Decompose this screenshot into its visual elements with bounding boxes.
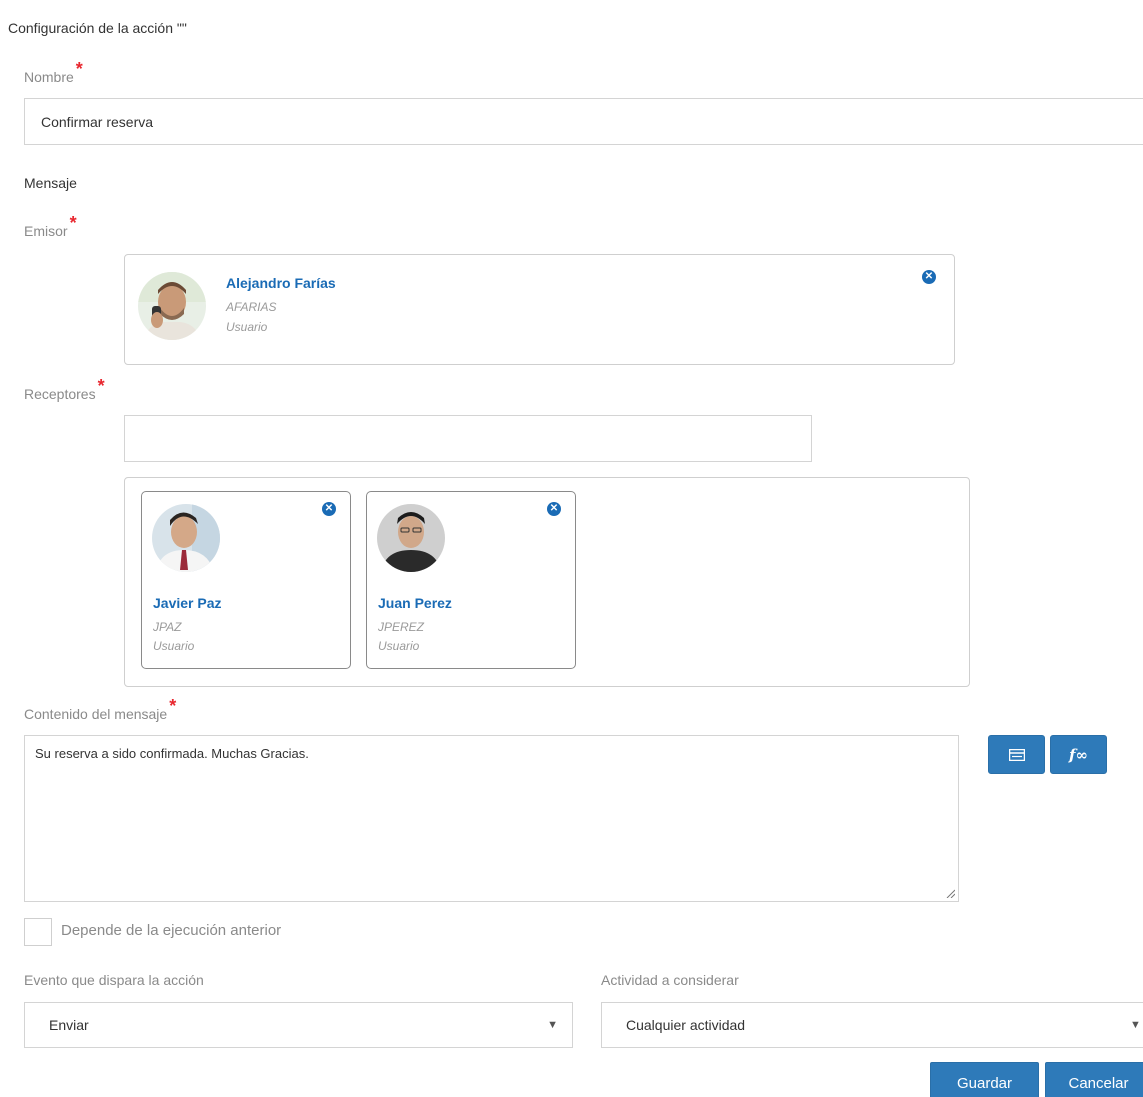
recipient-username: JPAZ (153, 620, 182, 634)
close-circle-icon[interactable]: ✕ (547, 502, 561, 516)
close-circle-icon[interactable]: ✕ (322, 502, 336, 516)
depends-checkbox-label: Depende de la ejecución anterior (61, 922, 282, 939)
resize-grip-icon[interactable] (945, 888, 955, 898)
trigger-event-select[interactable]: Enviar ▼ (24, 1002, 573, 1048)
sender-label-text: Emisor (24, 223, 68, 239)
dropdown-arrow-icon: ▼ (547, 1019, 558, 1031)
recipient-avatar (152, 504, 220, 572)
trigger-event-label: Evento que dispara la acción (24, 972, 204, 988)
close-circle-icon[interactable]: ✕ (922, 270, 936, 284)
message-section-label: Mensaje (24, 175, 77, 191)
name-input-value: Confirmar reserva (41, 113, 154, 130)
recipient-username: JPEREZ (378, 620, 425, 634)
recipient-type: Usuario (153, 639, 195, 653)
insert-field-button[interactable] (988, 735, 1045, 774)
recipient-name[interactable]: Javier Paz (153, 595, 222, 611)
content-label-text: Contenido del mensaje (24, 706, 168, 722)
insert-function-button[interactable]: f∞ (1050, 735, 1107, 774)
activity-select[interactable]: Cualquier actividad ▼ (601, 1002, 1143, 1048)
activity-value: Cualquier actividad (626, 1017, 746, 1033)
cancel-button[interactable]: Cancelar (1045, 1062, 1143, 1097)
trigger-event-value: Enviar (49, 1017, 89, 1033)
recipient-name[interactable]: Juan Perez (378, 595, 452, 611)
dialog-title: Configuración de la acción "" (8, 20, 187, 36)
recipient-card: Javier Paz JPAZ Usuario ✕ (141, 491, 351, 669)
sender-username: AFARIAS (226, 300, 277, 314)
recipients-label: Receptores * (24, 376, 105, 404)
form-field-icon (1008, 748, 1025, 761)
message-content-textarea[interactable]: Su reserva a sido confirmada. Muchas Gra… (24, 735, 959, 902)
required-mark: * (69, 213, 77, 233)
recipient-avatar (377, 504, 445, 572)
sender-label: Emisor * (24, 213, 77, 241)
required-mark: * (169, 696, 177, 716)
name-label-text: Nombre (24, 69, 74, 85)
recipients-search-input[interactable] (124, 415, 812, 462)
recipient-card: Juan Perez JPEREZ Usuario ✕ (366, 491, 576, 669)
name-label: Nombre * (24, 59, 83, 87)
content-label: Contenido del mensaje * (24, 696, 176, 724)
action-config-dialog: Configuración de la acción "" Nombre * Co… (0, 0, 1143, 1097)
name-input[interactable]: Confirmar reserva (24, 98, 1143, 145)
message-content-value: Su reserva a sido confirmada. Muchas Gra… (35, 746, 309, 761)
recipients-label-text: Receptores (24, 386, 96, 402)
required-mark: * (97, 376, 105, 396)
recipient-type: Usuario (378, 639, 420, 653)
save-button[interactable]: Guardar (930, 1062, 1039, 1097)
sender-name[interactable]: Alejandro Farías (226, 275, 336, 291)
depends-checkbox[interactable] (24, 918, 52, 946)
activity-label: Actividad a considerar (601, 972, 739, 988)
sender-card: Alejandro Farías AFARIAS Usuario ✕ (124, 254, 955, 365)
sender-avatar (138, 272, 206, 340)
function-icon: f∞ (1069, 745, 1088, 764)
sender-type: Usuario (226, 320, 268, 334)
required-mark: * (75, 59, 83, 79)
dropdown-arrow-icon: ▼ (1130, 1019, 1141, 1031)
recipients-list: Javier Paz JPAZ Usuario ✕ Juan Perez JPE… (124, 477, 970, 687)
